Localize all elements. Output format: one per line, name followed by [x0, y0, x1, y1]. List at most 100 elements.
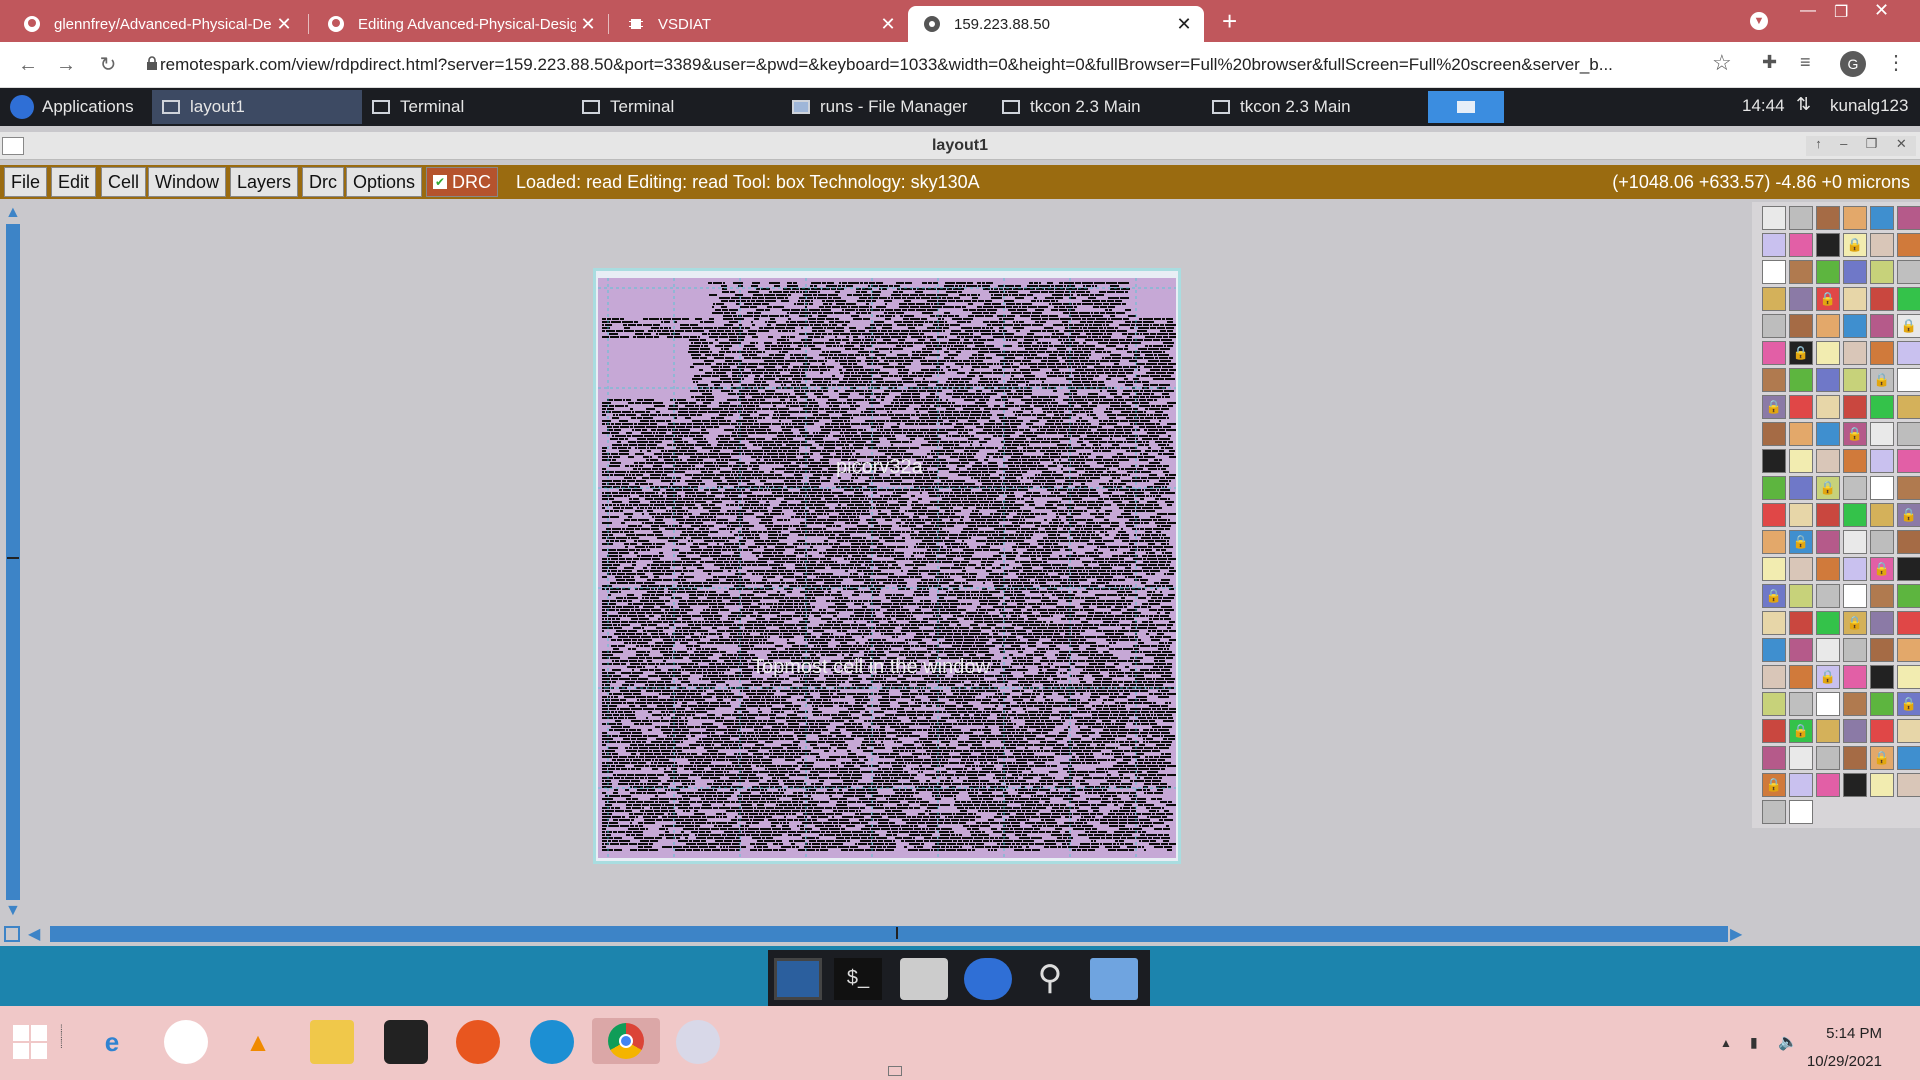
layer-swatch[interactable]	[1843, 530, 1867, 554]
layer-swatch[interactable]	[1762, 206, 1786, 230]
layer-swatch[interactable]	[1789, 233, 1813, 257]
thunderbird-icon[interactable]	[164, 1020, 208, 1064]
layer-swatch[interactable]: 🔒	[1789, 341, 1813, 365]
layer-swatch[interactable]	[1870, 287, 1894, 311]
layer-swatch[interactable]	[1870, 395, 1894, 419]
windows-start-icon[interactable]	[8, 1020, 52, 1064]
layer-swatch[interactable]	[1897, 746, 1920, 770]
show-hidden-icons[interactable]: ▲	[1720, 1036, 1732, 1050]
menu-cell[interactable]: Cell	[101, 167, 147, 197]
layer-swatch[interactable]	[1789, 557, 1813, 581]
layer-swatch[interactable]	[1897, 206, 1920, 230]
layer-swatch[interactable]	[1843, 719, 1867, 743]
layer-swatch[interactable]	[1762, 368, 1786, 392]
layer-swatch[interactable]	[1870, 206, 1894, 230]
layer-swatch[interactable]	[1789, 773, 1813, 797]
layer-swatch[interactable]: 🔒	[1843, 422, 1867, 446]
layer-swatch[interactable]	[1843, 746, 1867, 770]
layer-swatch[interactable]	[1870, 476, 1894, 500]
layer-swatch[interactable]	[1870, 503, 1894, 527]
edge-icon[interactable]	[530, 1020, 574, 1064]
layer-swatch[interactable]	[1843, 503, 1867, 527]
layer-swatch[interactable]	[1897, 638, 1920, 662]
layer-swatch[interactable]	[1762, 314, 1786, 338]
layer-swatch[interactable]	[1897, 341, 1920, 365]
url-input[interactable]: remotespark.com/view/rdpdirect.html?serv…	[160, 51, 1720, 79]
vlc-icon[interactable]: ▲	[236, 1020, 280, 1064]
layer-swatch[interactable]	[1816, 233, 1840, 257]
layer-swatch[interactable]	[1897, 773, 1920, 797]
layer-swatch[interactable]	[1816, 530, 1840, 554]
browser-tab[interactable]: VSDIAT ✕	[612, 6, 908, 42]
maximize-icon[interactable]: ❐	[1866, 136, 1878, 156]
layer-swatch[interactable]	[1897, 233, 1920, 257]
close-icon[interactable]: ✕	[576, 14, 600, 35]
layer-swatch[interactable]	[1762, 638, 1786, 662]
layer-swatch[interactable]	[1762, 476, 1786, 500]
remote-app-icon[interactable]	[384, 1020, 428, 1064]
layer-swatch[interactable]	[1897, 584, 1920, 608]
layer-swatch[interactable]	[1789, 449, 1813, 473]
close-icon[interactable]: ✕	[876, 14, 900, 35]
internet-explorer-icon[interactable]: e	[90, 1020, 134, 1064]
layer-swatch[interactable]	[1897, 449, 1920, 473]
web-browser-icon[interactable]	[964, 958, 1012, 1000]
layer-swatch[interactable]	[1843, 341, 1867, 365]
layer-swatch[interactable]	[1897, 422, 1920, 446]
layer-swatch[interactable]: 🔒	[1816, 476, 1840, 500]
layer-swatch[interactable]	[1789, 260, 1813, 284]
layer-swatch[interactable]	[1762, 287, 1786, 311]
layer-swatch[interactable]	[1816, 746, 1840, 770]
layer-swatch[interactable]	[1870, 233, 1894, 257]
layer-swatch[interactable]	[1897, 395, 1920, 419]
forward-icon[interactable]: →	[52, 51, 80, 79]
layer-swatch[interactable]	[1843, 557, 1867, 581]
layer-swatch[interactable]	[1789, 800, 1813, 824]
layer-swatch[interactable]	[1789, 665, 1813, 689]
layer-swatch[interactable]	[1870, 665, 1894, 689]
layer-swatch[interactable]: 🔒	[1762, 395, 1786, 419]
browser-tab[interactable]: Editing Advanced-Physical-Desig ✕	[312, 6, 608, 42]
layer-swatch[interactable]	[1762, 503, 1786, 527]
layer-swatch[interactable]: 🔒	[1789, 530, 1813, 554]
task-terminal[interactable]: Terminal	[362, 90, 572, 124]
file-explorer-icon[interactable]	[310, 1020, 354, 1064]
scroll-left-icon[interactable]: ◀	[28, 924, 40, 944]
search-icon[interactable]: ⚲	[1026, 958, 1074, 1000]
taskbar-clock[interactable]: 5:14 PM 10/29/2021	[1807, 1020, 1882, 1076]
layer-swatch[interactable]	[1789, 611, 1813, 635]
layer-swatch[interactable]: 🔒	[1816, 287, 1840, 311]
layer-swatch[interactable]	[1789, 287, 1813, 311]
volume-icon[interactable]: 🔈	[1778, 1032, 1798, 1052]
layer-swatch[interactable]: 🔒	[1870, 746, 1894, 770]
layer-swatch[interactable]	[1816, 314, 1840, 338]
layer-swatch[interactable]	[1843, 260, 1867, 284]
scroll-up-icon[interactable]: ▲	[5, 204, 21, 222]
layer-swatch[interactable]	[1762, 260, 1786, 284]
terminal-icon[interactable]: $_	[834, 958, 882, 1000]
layer-swatch[interactable]	[1897, 665, 1920, 689]
window-close-icon[interactable]: ✕	[1874, 0, 1889, 21]
scroll-down-icon[interactable]: ▼	[5, 902, 21, 920]
back-icon[interactable]: ←	[14, 51, 42, 79]
workspace-switcher[interactable]	[1428, 91, 1504, 123]
folder-icon[interactable]	[1090, 958, 1138, 1000]
panel-user[interactable]: kunalg123	[1830, 96, 1908, 116]
layer-swatch[interactable]	[1816, 503, 1840, 527]
layer-swatch[interactable]	[1843, 368, 1867, 392]
layer-swatch[interactable]	[1816, 449, 1840, 473]
layer-swatch[interactable]	[1816, 584, 1840, 608]
layer-swatch[interactable]	[1843, 395, 1867, 419]
layer-swatch[interactable]: 🔒	[1843, 233, 1867, 257]
vertical-scroll-thumb[interactable]	[7, 557, 19, 559]
shade-icon[interactable]: ↑	[1815, 136, 1822, 156]
layer-swatch[interactable]: 🔒	[1870, 557, 1894, 581]
drc-toggle[interactable]: ✔ DRC	[426, 167, 498, 197]
window-menu-icon[interactable]	[2, 137, 24, 155]
layer-swatch[interactable]	[1897, 557, 1920, 581]
layer-swatch[interactable]: 🔒	[1897, 692, 1920, 716]
browser-tab-active[interactable]: 159.223.88.50 ✕	[908, 6, 1204, 42]
menu-edit[interactable]: Edit	[51, 167, 97, 197]
layer-swatch[interactable]: 🔒	[1897, 503, 1920, 527]
layer-swatch[interactable]	[1870, 260, 1894, 284]
